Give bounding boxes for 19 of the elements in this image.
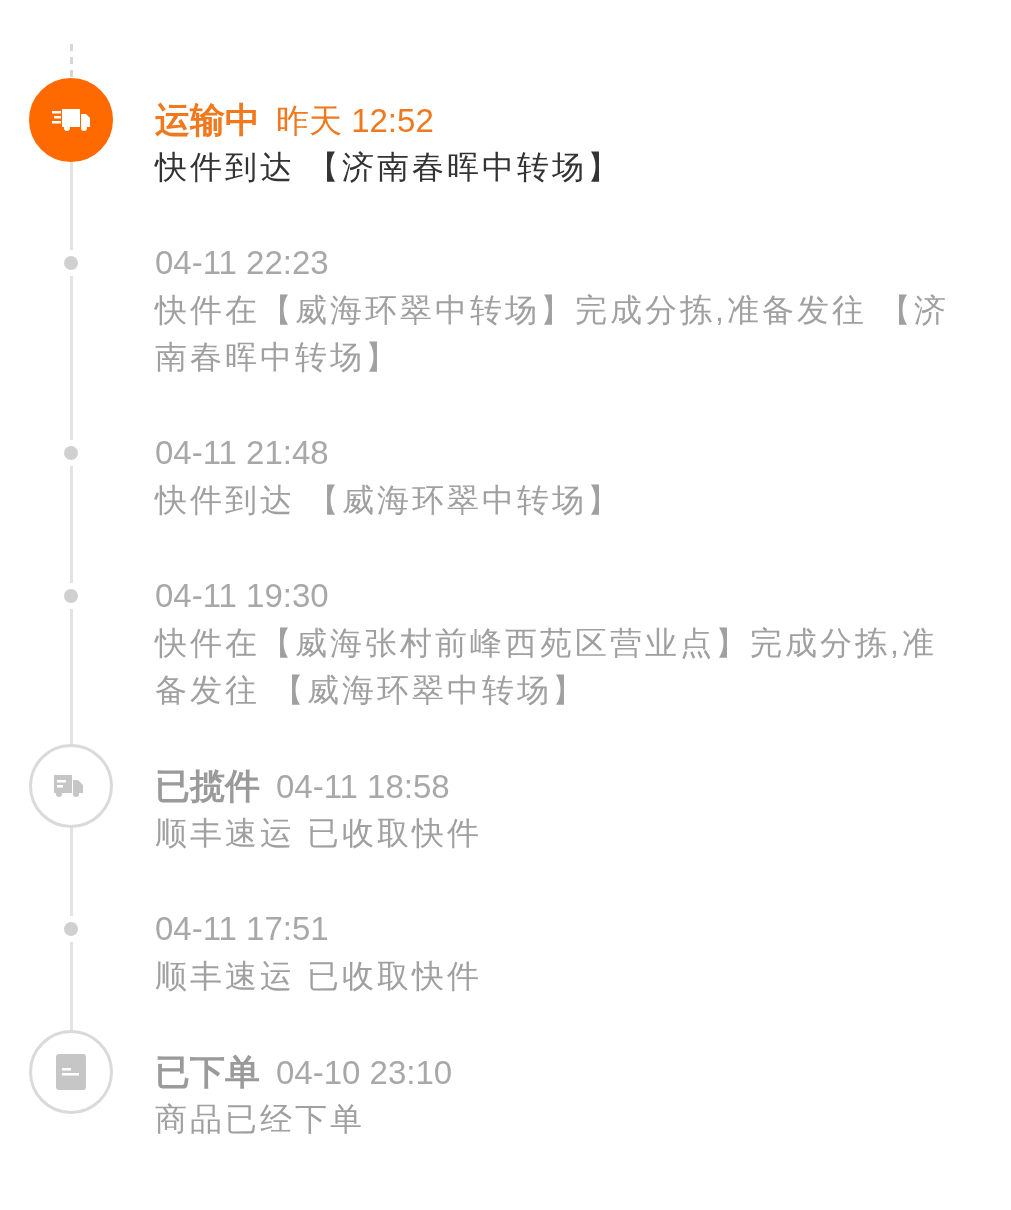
status-title: 已揽件 — [155, 766, 260, 805]
document-icon — [56, 1054, 86, 1090]
truck-icon — [52, 107, 90, 133]
event-time: 04-11 19:30 — [155, 577, 329, 614]
event-time: 04-11 22:23 — [155, 244, 329, 281]
status-title: 运输中 — [155, 100, 260, 139]
event-description: 快件在【威海环翠中转场】完成分拣,准备发往 【济南春晖中转场】 — [155, 291, 950, 377]
event-description: 快件在【威海张村前峰西苑区营业点】完成分拣,准备发往 【威海环翠中转场】 — [155, 624, 938, 710]
event-time: 昨天 12:52 — [276, 102, 434, 139]
event-description: 商品已经下单 — [155, 1100, 366, 1139]
event-time: 04-11 17:51 — [155, 910, 329, 947]
event-description: 快件到达 【威海环翠中转场】 — [155, 481, 623, 520]
event-description: 顺丰速运 已收取快件 — [155, 814, 483, 853]
event-time: 04-11 18:58 — [276, 768, 450, 805]
event-description: 顺丰速运 已收取快件 — [155, 957, 483, 996]
event-time: 04-10 23:10 — [276, 1054, 453, 1091]
event-time: 04-11 21:48 — [155, 434, 329, 471]
event-description: 快件到达 【济南春晖中转场】 — [155, 148, 623, 187]
status-title: 已下单 — [155, 1052, 260, 1091]
